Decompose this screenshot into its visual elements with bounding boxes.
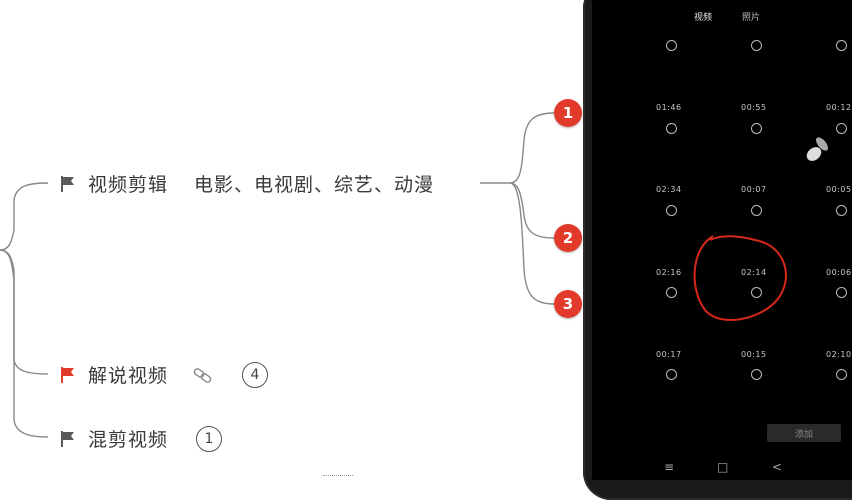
annotation-circle <box>693 235 787 322</box>
annotation-overlay <box>693 235 787 322</box>
